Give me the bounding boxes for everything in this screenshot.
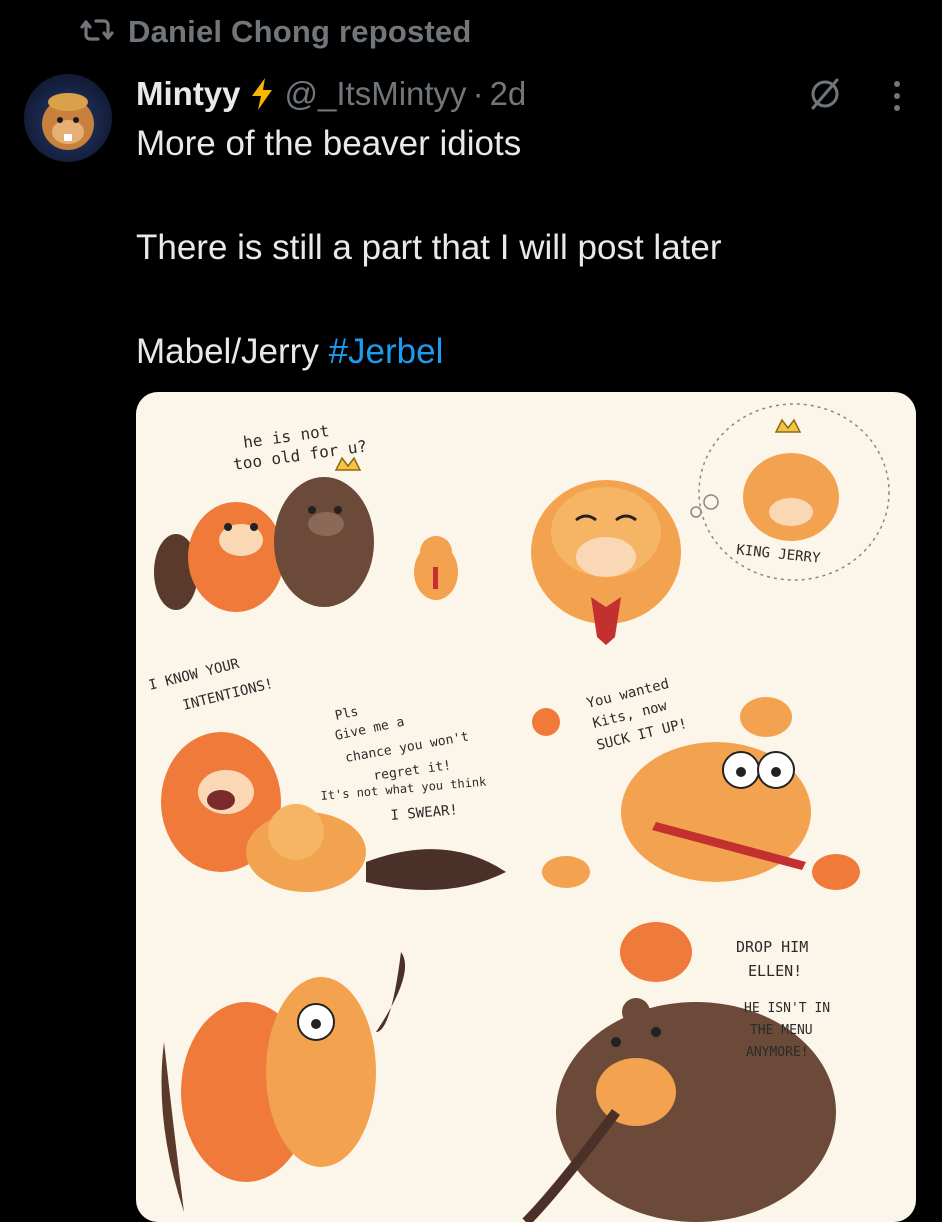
- author-display-name[interactable]: Mintyy: [136, 75, 241, 113]
- more-options-button[interactable]: [880, 74, 914, 118]
- more-dot: [894, 105, 900, 111]
- header-separator: ·: [472, 75, 484, 112]
- panel-bottom-left: [161, 952, 406, 1212]
- tweet-line-1: More of the beaver idiots: [136, 124, 522, 163]
- tweet-text: More of the beaver idiots There is still…: [136, 118, 916, 378]
- caption-menu1: HE ISN'T IN: [744, 1001, 830, 1016]
- repost-icon: [80, 16, 114, 49]
- tweet-blank: [136, 170, 916, 222]
- tweet-line-3-text: Mabel/Jerry: [136, 332, 329, 371]
- panel-top-left: [154, 456, 458, 612]
- tweet-line-3: Mabel/Jerry #Jerbel: [136, 326, 916, 378]
- tweet-line-2: There is still a part that I will post l…: [136, 228, 722, 267]
- more-vertical-icon: [894, 81, 900, 87]
- caption-drop2: ELLEN!: [748, 962, 802, 980]
- caption-pls6: I SWEAR!: [390, 802, 459, 824]
- caption-pls1: Pls: [334, 704, 360, 724]
- repost-text[interactable]: Daniel Chong reposted: [128, 14, 472, 50]
- caption-king: KING JERRY: [736, 542, 822, 567]
- author-handle[interactable]: @_ItsMintyy: [285, 75, 467, 113]
- caption-drop1: DROP HIM: [736, 938, 808, 956]
- grok-icon: [807, 76, 843, 117]
- lightning-bolt-icon: [249, 77, 275, 111]
- author-avatar[interactable]: [24, 74, 112, 162]
- tweet-blank: [136, 274, 916, 326]
- caption-menu2: THE MENU: [750, 1023, 813, 1038]
- repost-indicator[interactable]: Daniel Chong reposted: [80, 10, 472, 54]
- caption-menu3: ANYMORE!: [746, 1045, 809, 1060]
- beaver-comic-illustration: he is not too old for u? KING JERRY I KN…: [147, 403, 890, 1222]
- panel-top-right: [531, 403, 890, 645]
- hashtag-link[interactable]: #Jerbel: [329, 332, 444, 371]
- tweet-header: Mintyy @_ItsMintyy · 2d: [136, 70, 526, 118]
- panel-middle-right: [532, 697, 860, 890]
- grok-button[interactable]: [803, 74, 847, 118]
- avatar-image: [42, 93, 94, 150]
- more-dot: [894, 93, 900, 99]
- post-time[interactable]: 2d: [490, 75, 527, 113]
- tweet-media-image[interactable]: he is not too old for u? KING JERRY I KN…: [136, 392, 916, 1222]
